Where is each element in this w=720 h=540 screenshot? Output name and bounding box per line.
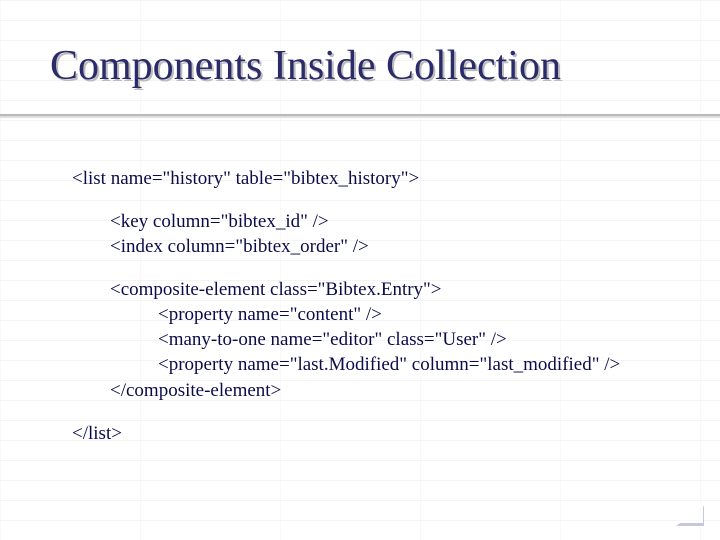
- code-line: </list>: [72, 421, 672, 446]
- code-line: <property name="content" />: [72, 302, 672, 327]
- code-line: <many-to-one name="editor" class="User" …: [72, 327, 672, 352]
- code-line: <composite-element class="Bibtex.Entry">: [72, 277, 672, 302]
- code-line: <property name="last.Modified" column="l…: [72, 352, 672, 377]
- code-line: </composite-element>: [72, 378, 672, 403]
- code-line: <list name="history" table="bibtex_histo…: [72, 166, 672, 191]
- slide-body: <list name="history" table="bibtex_histo…: [72, 166, 672, 464]
- title-underline: [0, 114, 720, 116]
- slide: Components Inside Collection <list name=…: [0, 0, 720, 540]
- code-line: <index column="bibtex_order" />: [72, 234, 672, 259]
- code-line: <key column="bibtex_id" />: [72, 209, 672, 234]
- slide-title: Components Inside Collection: [50, 44, 561, 88]
- page-curl-icon: [676, 506, 704, 526]
